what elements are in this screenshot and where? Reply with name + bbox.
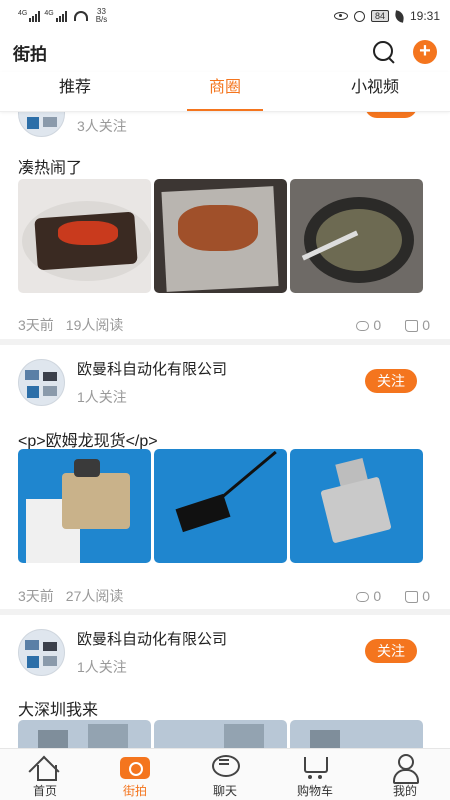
post-photo[interactable] (290, 720, 423, 748)
post-time: 3天前 (18, 317, 54, 333)
page-title: 街拍 (13, 44, 47, 64)
post-card[interactable]: 欧曼科自动化有限公司 1人关注 关注 <p>欧姆龙现货</p> 3天前 27人阅… (0, 345, 450, 605)
company-name[interactable]: 欧曼科自动化有限公司 (77, 358, 227, 379)
follower-count: 1人关注 (77, 389, 127, 405)
feed-list[interactable]: 3人关注 关注 凑热闹了 3天前 19人阅读 0 0 欧曼科自动化有限公司 1人… (0, 112, 450, 748)
like-count: 0 (422, 588, 430, 604)
home-icon (30, 753, 60, 781)
status-left: 4G 4G 33 B/s (18, 8, 107, 24)
follow-button[interactable]: 关注 (365, 639, 417, 663)
post-photo[interactable] (18, 720, 151, 748)
chat-icon (210, 753, 240, 781)
like-icon[interactable] (405, 591, 419, 603)
comment-count: 0 (373, 588, 382, 604)
post-time: 3天前 (18, 588, 54, 604)
post-photos (18, 449, 423, 563)
post-photos (18, 179, 423, 293)
post-text: 凑热闹了 (18, 160, 83, 177)
avatar[interactable] (18, 629, 65, 676)
wifi-icon (73, 11, 88, 21)
alarm-icon (353, 10, 365, 22)
power-saving-icon (394, 9, 405, 23)
nav-label: 我的 (392, 784, 417, 798)
add-post-button[interactable]: + (413, 40, 437, 64)
nav-label: 街拍 (122, 784, 147, 798)
status-right: 84 19:31 (333, 9, 440, 23)
signal-icon: 4G (18, 10, 41, 22)
speed-unit: B/s (95, 15, 108, 24)
nav-street-photo[interactable]: 街拍 (90, 749, 180, 800)
tab-short-video[interactable]: 小视频 (300, 72, 450, 111)
search-icon[interactable] (371, 39, 397, 65)
eye-comfort-icon (333, 12, 348, 20)
camera-icon (120, 757, 150, 779)
tab-recommend[interactable]: 推荐 (0, 72, 150, 111)
post-photo[interactable] (154, 449, 287, 563)
network-type-2: 4G (44, 10, 54, 17)
post-meta: 3天前 19人阅读 0 0 (18, 315, 432, 335)
network-speed: 33 B/s (96, 8, 108, 24)
follower-count: 1人关注 (77, 659, 127, 675)
user-icon (390, 753, 420, 784)
battery-icon: 84 (370, 10, 389, 22)
clock: 19:31 (409, 9, 440, 23)
post-card[interactable]: 3人关注 关注 凑热闹了 3天前 19人阅读 0 0 (0, 112, 450, 336)
nav-cart[interactable]: 购物车 (270, 749, 360, 800)
nav-me[interactable]: 我的 (360, 749, 450, 800)
read-count: 27人阅读 (65, 588, 124, 604)
post-photo[interactable] (18, 449, 151, 563)
post-photo[interactable] (290, 449, 423, 563)
follower-count: 3人关注 (77, 118, 127, 134)
post-photo[interactable] (290, 179, 423, 293)
post-card[interactable]: 欧曼科自动化有限公司 1人关注 关注 大深圳我来 (0, 615, 450, 748)
signal-icon-2: 4G (44, 10, 67, 22)
nav-home[interactable]: 首页 (0, 749, 90, 800)
status-bar: 4G 4G 33 B/s 84 19:31 (0, 0, 450, 32)
comment-count: 0 (373, 317, 382, 333)
like-count: 0 (422, 317, 430, 333)
post-photos (18, 720, 423, 748)
company-name[interactable]: 欧曼科自动化有限公司 (77, 628, 227, 649)
cart-icon (300, 753, 330, 781)
nav-label: 购物车 (296, 784, 333, 798)
top-bar: 街拍 + (0, 32, 450, 72)
post-meta: 3天前 27人阅读 0 0 (18, 586, 432, 606)
network-type: 4G (18, 10, 28, 17)
nav-chat[interactable]: 聊天 (180, 749, 270, 800)
post-text: <p>欧姆龙现货</p> (18, 433, 158, 450)
post-photo[interactable] (154, 179, 287, 293)
post-photo[interactable] (154, 720, 287, 748)
post-text: 大深圳我来 (18, 702, 99, 719)
avatar[interactable] (18, 112, 65, 137)
avatar[interactable] (18, 359, 65, 406)
nav-label: 首页 (32, 784, 57, 798)
comment-icon[interactable] (356, 592, 370, 602)
tab-business-circle[interactable]: 商圈 (150, 72, 300, 111)
read-count: 19人阅读 (65, 317, 124, 333)
tab-bar: 推荐 商圈 小视频 (0, 72, 450, 112)
follow-button[interactable]: 关注 (365, 369, 417, 393)
post-photo[interactable] (18, 179, 151, 293)
follow-button[interactable]: 关注 (365, 112, 417, 118)
nav-label: 聊天 (212, 784, 237, 798)
like-icon[interactable] (405, 320, 419, 332)
comment-icon[interactable] (356, 321, 370, 331)
bottom-nav: 首页 街拍 聊天 购物车 我的 (0, 748, 450, 800)
